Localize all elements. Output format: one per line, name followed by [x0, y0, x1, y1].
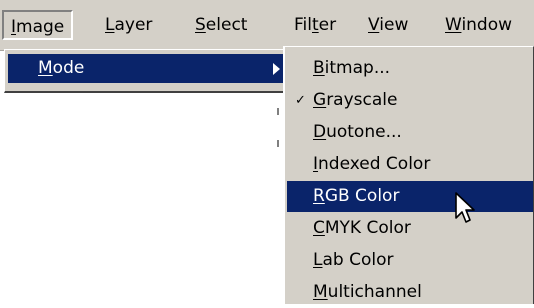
arrow-pointer-icon — [455, 192, 475, 223]
menu-window-label: indow — [461, 15, 513, 35]
menu-select[interactable]: Select — [189, 12, 253, 38]
menu-bar: Image Layer Select Filter View Window — [0, 0, 534, 51]
duotone-label: uotone... — [326, 122, 402, 142]
cmyk-color-label: MYK Color — [324, 218, 411, 238]
submenu-arrow-icon — [273, 63, 280, 75]
mode-rest: ode — [52, 58, 85, 78]
indexed-color-label: ndexed Color — [318, 154, 431, 174]
menu-layer[interactable]: Layer — [99, 12, 158, 38]
duotone-mnemonic: D — [313, 122, 327, 142]
menu-window[interactable]: Window — [439, 12, 518, 38]
submenu-item-duotone[interactable]: Duotone... — [287, 117, 533, 148]
menu-filter-pre: Fil — [294, 15, 312, 35]
menu-filter[interactable]: Filter — [288, 12, 342, 38]
menu-filter-label: er — [318, 15, 337, 35]
menu-image[interactable]: Image — [2, 10, 74, 40]
lab-color-label: ab Color — [322, 250, 394, 270]
mode-submenu: Bitmap... ✓ Grayscale Duotone... Indexed … — [283, 46, 534, 304]
menu-layer-label: ayer — [114, 15, 153, 35]
submenu-item-multichannel[interactable]: Multichannel — [287, 277, 533, 308]
multichannel-mnemonic: M — [313, 282, 328, 302]
separator-tick — [277, 140, 279, 147]
menu-item-mode-label: Mode — [38, 54, 84, 83]
menu-window-mnemonic: W — [445, 15, 462, 35]
menu-select-mnemonic: S — [195, 15, 206, 35]
mode-mnemonic: M — [38, 58, 53, 78]
checkmark-icon: ✓ — [295, 93, 306, 108]
bitmap-label: itmap... — [324, 58, 391, 78]
submenu-item-bitmap[interactable]: Bitmap... — [287, 53, 533, 84]
menu-select-label: elect — [205, 15, 248, 35]
menu-view-mnemonic: V — [368, 15, 380, 35]
menu-filter-mnemonic: t — [312, 15, 319, 35]
rgb-color-mnemonic: R — [313, 186, 325, 206]
menu-view[interactable]: View — [362, 12, 414, 38]
rgb-color-label: GB Color — [324, 186, 400, 206]
menu-image-label: mage — [16, 17, 65, 37]
cmyk-color-mnemonic: C — [313, 218, 325, 238]
submenu-item-rgb-color[interactable]: RGB Color — [287, 181, 533, 212]
submenu-item-lab-color[interactable]: Lab Color — [287, 245, 533, 276]
image-menu-popup: Mode — [4, 49, 290, 93]
submenu-item-cmyk-color[interactable]: CMYK Color — [287, 213, 533, 244]
submenu-item-grayscale[interactable]: ✓ Grayscale — [287, 85, 533, 116]
separator-tick — [277, 108, 279, 115]
multichannel-label: ultichannel — [327, 282, 422, 302]
menu-item-mode[interactable]: Mode — [8, 54, 286, 83]
submenu-item-indexed-color[interactable]: Indexed Color — [287, 149, 533, 180]
bitmap-mnemonic: B — [313, 58, 325, 78]
grayscale-mnemonic: G — [313, 90, 327, 110]
menu-view-label: iew — [379, 15, 409, 35]
grayscale-label: rayscale — [326, 90, 398, 110]
